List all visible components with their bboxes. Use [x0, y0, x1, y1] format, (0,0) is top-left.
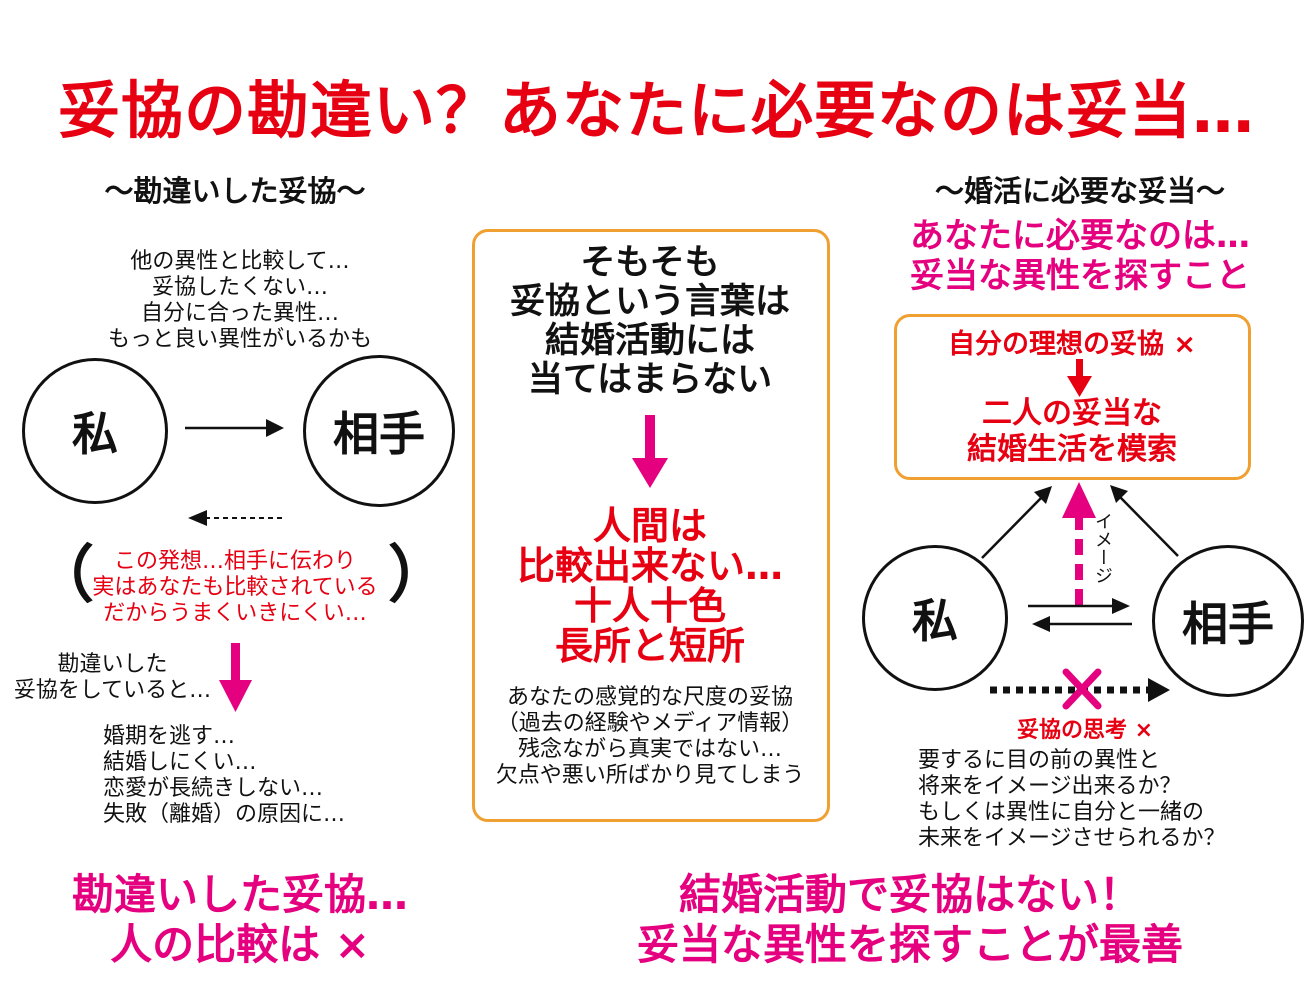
right-me-circle: 私	[862, 545, 1008, 691]
conclusion-line: 人の比較は ×	[110, 920, 370, 969]
left-notice: この発想…相手に伝わり 実はあなたも比較されている だからうまくいきにくい…	[70, 549, 400, 627]
right-pink-image-arrow	[1062, 482, 1096, 605]
note-line: （過去の経験やメディア情報）	[496, 711, 804, 736]
result-line: 婚期を逃す…	[103, 724, 236, 749]
conclusion-line: 勘違いした妥協…	[71, 870, 408, 919]
note-line: 欠点や悪い所ばかり見てしまう	[495, 763, 805, 788]
statement-line: 結婚活動には	[544, 321, 755, 361]
left-me-circle: 私	[22, 358, 168, 504]
highlight-line: 人間は	[592, 504, 707, 548]
right-need: あなたに必要なのは… 妥当な異性を探すこと	[870, 216, 1290, 296]
notice-line: この発想…相手に伝わり	[113, 549, 356, 574]
box-bottom-line: 結婚生活を模索	[967, 432, 1177, 467]
left-me-to-partner-arrow	[185, 419, 284, 437]
box-top-text: 自分の理想の妥協 ×	[947, 329, 1197, 360]
question-line: 将来をイメージ出来るか？	[918, 774, 1182, 799]
statement-line: 当てはまらない	[527, 360, 773, 400]
box-bottom-text: 二人の妥当な 結婚生活を模索	[897, 396, 1247, 468]
right-questions: 要するに目の前の異性と 将来をイメージ出来るか？ もしくは異性に自分と一緒の 未…	[918, 748, 1278, 852]
conclusion-line: 妥当な異性を探すことが最善	[636, 920, 1183, 969]
left-heading: ～勘違いした妥協～	[104, 174, 366, 208]
left-partner-circle: 相手	[303, 355, 455, 507]
left-results: 婚期を逃す… 結婚しにくい… 恋愛が長続きしない… 失敗（離婚）の原因に…	[103, 724, 403, 828]
conclusion-line: 結婚活動で妥協はない！	[678, 870, 1141, 919]
highlight-line: 比較出来ない…	[516, 544, 783, 588]
note-line: 残念ながら真実ではない…	[517, 737, 782, 762]
center-highlight: 人間は 比較出来ない… 十人十色 長所と短所	[475, 506, 825, 666]
need-line: 妥当な異性を探すこと	[910, 256, 1250, 296]
highlight-line: 長所と短所	[554, 624, 745, 668]
right-partner-to-box-arrow	[1110, 485, 1179, 557]
result-line: 失敗（離婚）の原因に…	[103, 802, 346, 827]
center-note: あなたの感覚的な尺度の妥協 （過去の経験やメディア情報） 残念ながら真実ではない…	[475, 685, 825, 789]
result-line: 結婚しにくい…	[103, 750, 257, 775]
highlight-line: 十人十色	[573, 584, 726, 628]
thought-line: 自分に合った異性…	[140, 301, 339, 326]
right-me-to-box-arrow	[981, 486, 1052, 559]
thought-line: もっと良い異性がいるかも	[107, 327, 372, 352]
right-heading: ～婚活に必要な妥当～	[934, 174, 1225, 208]
result-line: 恋愛が長続きしない…	[103, 776, 324, 801]
question-line: 要するに目の前の異性と	[918, 748, 1161, 773]
left-dashed-back-arrow	[188, 510, 286, 526]
thought-line: 他の異性と比較して…	[130, 249, 350, 274]
note-line: あなたの感覚的な尺度の妥協	[506, 685, 793, 710]
need-line: あなたに必要なのは…	[910, 216, 1250, 256]
thought-line: 妥協したくない…	[151, 275, 328, 300]
cause-line: 勘違いした	[57, 652, 168, 677]
page-title: 妥協の勘違い？あなたに必要なのは妥当…	[57, 74, 1255, 147]
notice-line: だからうまくいきにくい…	[103, 601, 367, 626]
center-statement: そもそも 妥協という言葉は 結婚活動には 当てはまらない	[475, 244, 825, 400]
left-thoughts: 他の異性と比較して… 妥協したくない… 自分に合った異性… もっと良い異性がいる…	[60, 249, 420, 353]
box-bottom-line: 二人の妥当な	[982, 396, 1162, 431]
question-line: もしくは異性に自分と一緒の	[918, 800, 1205, 825]
right-partner-circle: 相手	[1152, 545, 1304, 697]
statement-line: 妥協という言葉は	[509, 282, 790, 322]
image-label: イメージ	[1092, 512, 1113, 584]
right-dotted-crossed-arrow	[990, 668, 1170, 710]
question-line: 未来をイメージさせられるか？	[918, 826, 1226, 851]
statement-line: そもそも	[580, 243, 720, 283]
left-conclusion: 勘違いした妥協… 人の比較は ×	[20, 870, 460, 970]
notice-line: 実はあなたも比較されている	[92, 575, 378, 600]
right-conclusion: 結婚活動で妥協はない！ 妥当な異性を探すことが最善	[560, 870, 1260, 970]
left-cause: 勘違いした 妥協をしていると…	[0, 652, 225, 704]
right-exchange-arrows	[1028, 598, 1132, 632]
cause-line: 妥協をしていると…	[13, 678, 212, 703]
wrong-thinking-label: 妥協の思考 ×	[1016, 718, 1154, 743]
